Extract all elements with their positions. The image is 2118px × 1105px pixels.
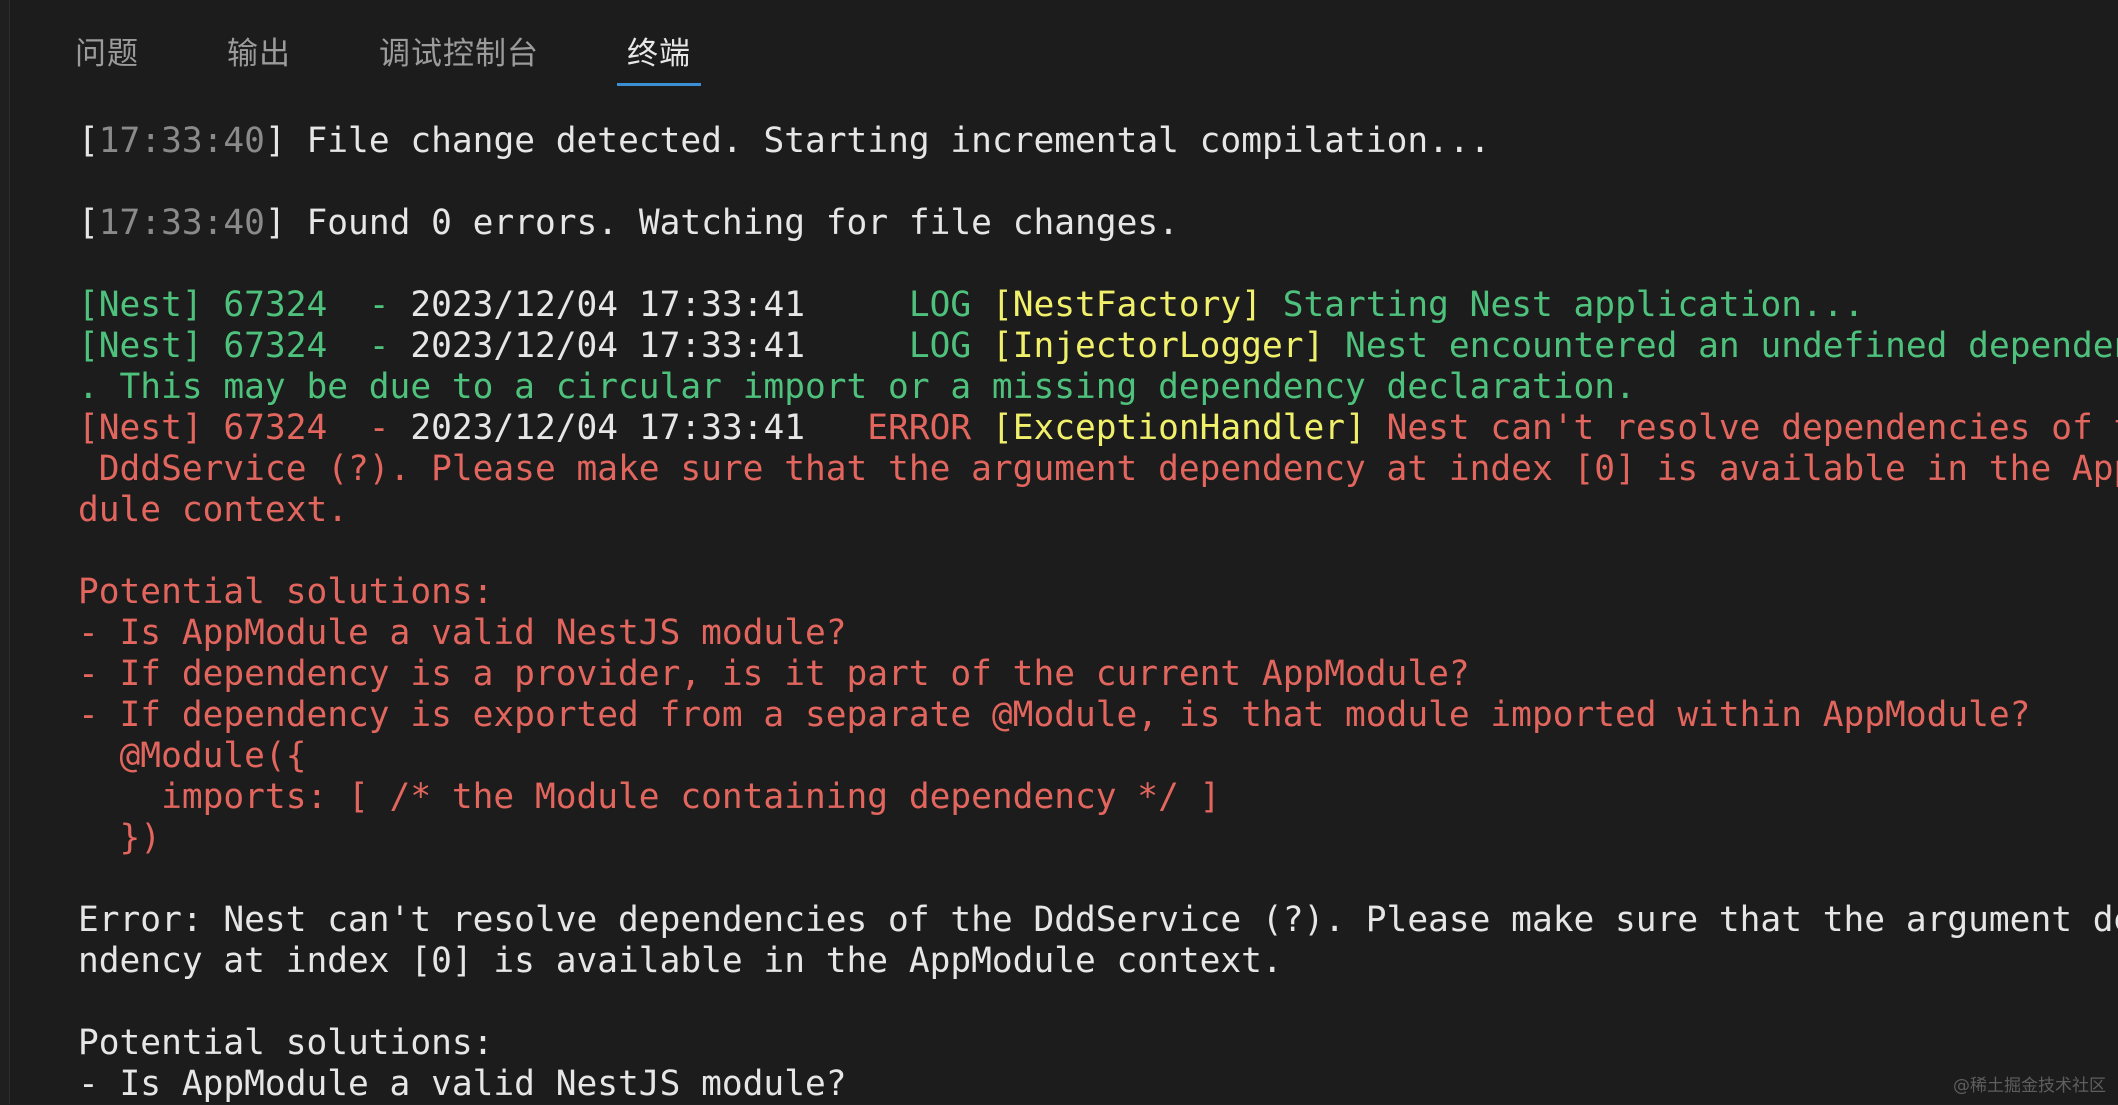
terminal-line: [17:33:40] File change detected. Startin… bbox=[78, 121, 1491, 161]
log-level: LOG bbox=[805, 326, 992, 366]
log-context: [InjectorLogger] bbox=[991, 326, 1325, 366]
terminal-output[interactable]: [17:33:40] File change detected. Startin… bbox=[78, 121, 2118, 1105]
log-date: 2023/12/04 17:33:41 bbox=[410, 408, 805, 448]
timestamp: 17:33:40 bbox=[98, 121, 265, 161]
nest-prefix: [Nest] 67324 - bbox=[78, 408, 411, 448]
tab-problems[interactable]: 问题 bbox=[65, 26, 149, 86]
log-message: Nest can't resolve dependencies of the bbox=[1365, 408, 2118, 448]
nest-prefix: [Nest] 67324 - bbox=[78, 326, 411, 366]
code-snippet-line: @Module({ bbox=[78, 736, 307, 776]
terminal-text: File change detected. Starting increment… bbox=[285, 121, 1491, 161]
solution-item: - Is AppModule a valid NestJS module? bbox=[78, 613, 847, 653]
log-message: Nest encountered an undefined dependency bbox=[1324, 326, 2118, 366]
terminal-line: [17:33:40] Found 0 errors. Watching for … bbox=[78, 203, 1179, 243]
log-context: [NestFactory] bbox=[991, 285, 1262, 325]
log-date: 2023/12/04 17:33:41 bbox=[410, 326, 805, 366]
error-line: ndency at index [0] is available in the … bbox=[78, 941, 1283, 981]
tab-terminal[interactable]: 终端 bbox=[617, 26, 701, 86]
log-date: 2023/12/04 17:33:41 bbox=[410, 285, 805, 325]
code-snippet-line: imports: [ /* the Module containing depe… bbox=[78, 777, 1221, 817]
nest-log-line: [Nest] 67324 - 2023/12/04 17:33:41 LOG [… bbox=[78, 326, 2118, 367]
timestamp: 17:33:40 bbox=[98, 203, 265, 243]
error-message-continuation: dule context. bbox=[78, 490, 349, 530]
bottom-panel: 问题 输出 调试控制台 终端 [17:33:40] File change de… bbox=[10, 0, 2118, 1104]
log-level: LOG bbox=[805, 285, 992, 325]
terminal-text: Found 0 errors. Watching for file change… bbox=[285, 203, 1179, 243]
error-message-continuation: DddService (?). Please make sure that th… bbox=[78, 449, 2118, 489]
solution-item: - Is AppModule a valid NestJS module? bbox=[78, 1064, 847, 1104]
watermark: @稀土掘金技术社区 bbox=[1953, 1076, 2106, 1096]
log-context: [ExceptionHandler] bbox=[991, 408, 1366, 448]
nest-log-line: [Nest] 67324 - 2023/12/04 17:33:41 LOG [… bbox=[78, 285, 2098, 326]
log-message-continuation: . This may be due to a circular import o… bbox=[78, 367, 1636, 407]
log-level: ERROR bbox=[805, 408, 992, 448]
nest-prefix: [Nest] 67324 - bbox=[78, 285, 411, 325]
nest-error-line: [Nest] 67324 - 2023/12/04 17:33:41 ERROR… bbox=[78, 408, 2118, 449]
log-message: Starting Nest application... bbox=[1261, 285, 1865, 325]
code-snippet-line: }) bbox=[78, 818, 162, 858]
solution-item: - If dependency is exported from a separ… bbox=[78, 695, 2031, 735]
tab-debug-console[interactable]: 调试控制台 bbox=[369, 26, 549, 86]
potential-solutions-title: Potential solutions: bbox=[78, 572, 494, 612]
solution-item: - If dependency is a provider, is it par… bbox=[78, 654, 1470, 694]
potential-solutions-title: Potential solutions: bbox=[78, 1023, 494, 1063]
panel-tab-bar: 问题 输出 调试控制台 终端 bbox=[65, 26, 769, 90]
tab-output[interactable]: 输出 bbox=[217, 26, 301, 86]
error-line: Error: Nest can't resolve dependencies o… bbox=[78, 900, 2118, 940]
